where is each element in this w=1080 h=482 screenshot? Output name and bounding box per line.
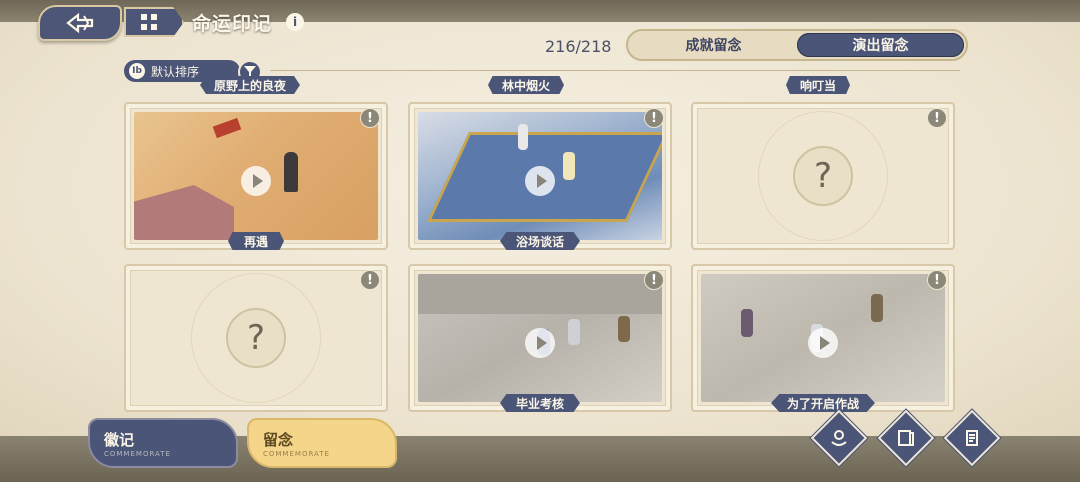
row-label-3: 响叮当 [786,76,851,94]
alert-icon: ! [360,270,380,290]
card-caption: 为了开启作战 [770,394,876,412]
back-button[interactable] [38,5,122,41]
play-icon[interactable] [241,166,271,196]
nav-memory-sublabel: COMMEMORATE [263,449,330,458]
alert-icon: ! [927,270,947,290]
nav-badge-label: 徽记 [104,430,135,449]
card-caption: 毕业考核 [499,394,581,412]
question-icon: ? [226,308,286,368]
alert-icon: ! [927,108,947,128]
play-icon[interactable] [525,328,555,358]
category-tabs: 成就留念 演出留念 [626,29,968,61]
card-caption: 再遇 [227,232,285,250]
nav-memory-label: 留念 [263,430,294,449]
play-icon[interactable] [525,166,555,196]
sort-label: 默认排序 [151,64,200,79]
nav-badge-sublabel: COMMEMORATE [104,449,171,458]
play-icon[interactable] [808,328,838,358]
alert-icon: ! [644,108,664,128]
sort-icon: Ib [129,63,145,79]
alert-icon: ! [644,270,664,290]
question-icon: ? [793,146,853,206]
header-divider [270,70,960,71]
scroll-icon [966,430,978,446]
nav-memory-button[interactable]: 留念 COMMEMORATE [247,418,397,468]
menu-button[interactable] [124,7,184,37]
book-icon [898,430,914,446]
tab-achievement-memory[interactable]: 成就留念 [630,33,797,57]
row-label-1: 原野上的良夜 [200,76,301,94]
memory-card-locked[interactable]: ? ! [124,264,388,412]
memory-card[interactable]: ! 为了开启作战 [691,264,955,412]
tab-performance-memory[interactable]: 演出留念 [797,33,964,57]
row-label-2: 林中烟火 [488,76,565,94]
page-title: 命运印记 [192,13,273,35]
info-icon[interactable]: i [286,13,304,31]
alert-icon: ! [360,108,380,128]
memory-card-locked[interactable]: ? ! [691,102,955,250]
collection-counter: 216/218 [545,37,612,56]
nav-badge-button[interactable]: 徽记 COMMEMORATE [88,418,238,468]
memory-card[interactable]: ! 毕业考核 [408,264,672,412]
back-arrow-icon [66,12,94,34]
memory-card[interactable]: ! 浴场谈话 [408,102,672,250]
card-caption: 浴场谈话 [499,232,581,250]
memory-card[interactable]: ! 再遇 [124,102,388,250]
menu-grid-icon [141,14,157,30]
hand-flower-icon [831,430,847,446]
